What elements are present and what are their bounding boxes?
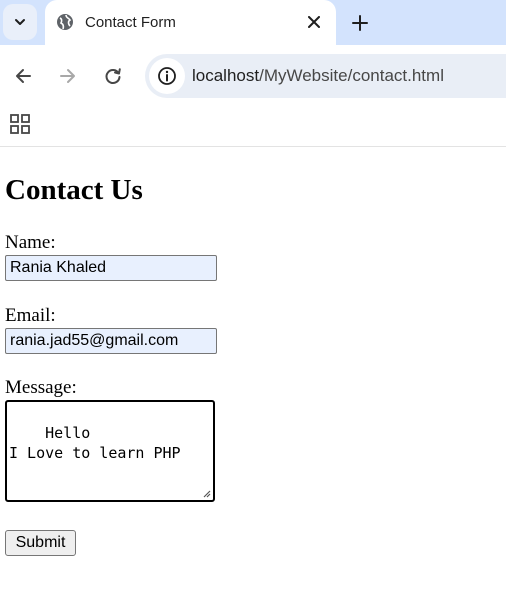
page-content: Contact Us Name: Rania Khaled Email: ran… [0, 148, 506, 605]
url-path: /MyWebsite/contact.html [259, 66, 444, 85]
reload-icon [105, 68, 121, 84]
bookmarks-bar [0, 107, 506, 147]
new-tab-button[interactable] [349, 12, 371, 34]
tab-search-button[interactable] [3, 4, 37, 40]
tab-title: Contact Form [85, 14, 176, 31]
address-bar[interactable]: localhost/MyWebsite/contact.html [145, 54, 506, 98]
info-icon [158, 67, 176, 85]
forward-button[interactable] [57, 65, 79, 87]
active-tab[interactable]: Contact Form [45, 0, 336, 46]
name-label: Name: [5, 232, 56, 253]
url-text: localhost/MyWebsite/contact.html [192, 66, 444, 86]
site-info-button[interactable] [149, 58, 185, 94]
close-icon [308, 16, 320, 28]
tab-strip: Contact Form [0, 0, 506, 46]
resize-handle-icon[interactable] [202, 489, 211, 498]
email-input[interactable]: rania.jad55@gmail.com [5, 328, 217, 354]
arrow-right-icon [60, 69, 75, 83]
globe-icon [57, 14, 73, 30]
reload-button[interactable] [102, 65, 124, 87]
message-text: Hello I Love to learn PHP [9, 424, 181, 462]
browser-toolbar: localhost/MyWebsite/contact.html [0, 45, 506, 107]
url-host: localhost [192, 66, 260, 85]
close-tab-button[interactable] [305, 13, 323, 31]
name-input[interactable]: Rania Khaled [5, 255, 217, 281]
arrow-left-icon [16, 69, 31, 83]
message-textarea[interactable]: Hello I Love to learn PHP [5, 400, 215, 502]
message-label: Message: [5, 377, 77, 398]
email-label: Email: [5, 305, 56, 326]
chevron-down-icon [15, 19, 25, 25]
back-button[interactable] [12, 65, 34, 87]
plus-icon [352, 15, 368, 31]
page-title: Contact Us [5, 174, 143, 206]
submit-button[interactable]: Submit [5, 530, 76, 556]
apps-grid-icon[interactable] [9, 113, 31, 135]
